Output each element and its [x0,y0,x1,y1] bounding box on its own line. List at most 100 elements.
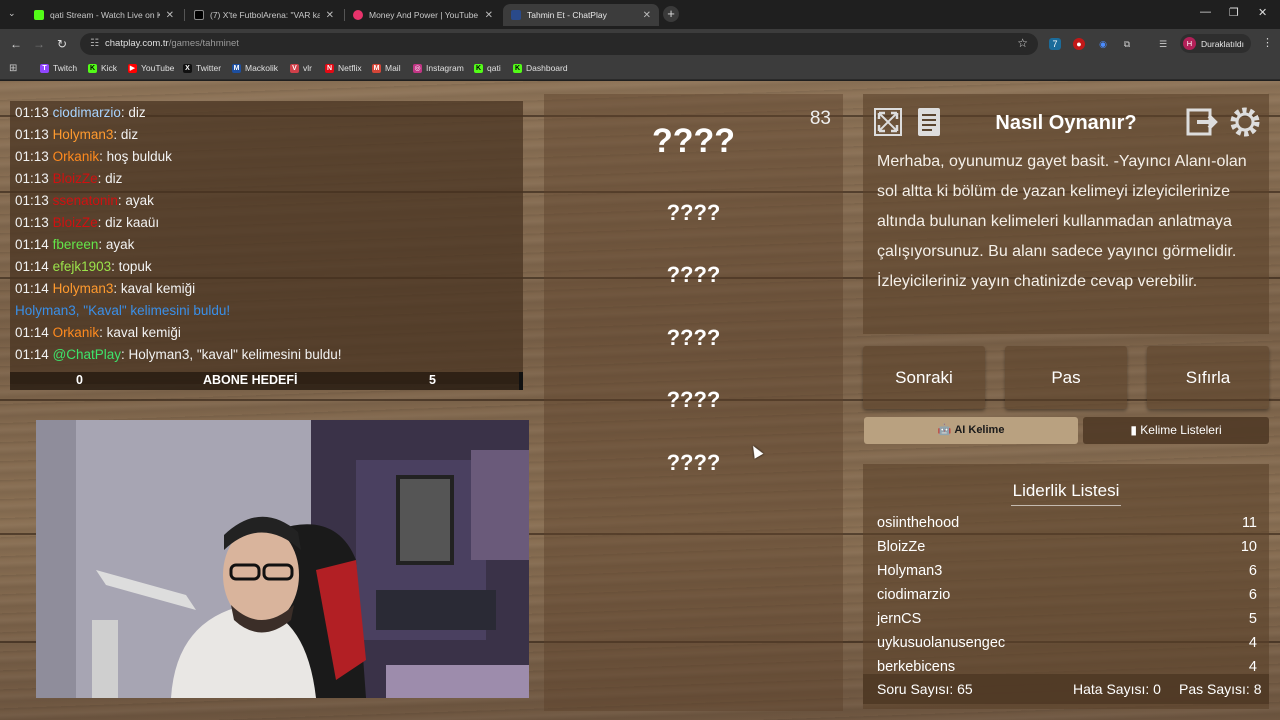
forbidden-word: ???? [666,325,721,350]
extension-icon[interactable]: 7 [1049,38,1061,50]
audio-extension-icon[interactable]: ◉ [1097,38,1109,50]
url-text[interactable]: chatplay.com.tr/games/tahminet [105,38,239,49]
tab-kick-stream[interactable]: qati Stream - Watch Live on Kick ✕ [26,4,182,26]
close-tab-icon[interactable]: ✕ [485,10,493,21]
chat-username[interactable]: ciodimarzio [53,105,121,120]
chat-text: : Holyman3, "kaval" kelimesini buldu! [121,347,342,362]
chat-text: : diz [97,171,123,186]
back-arrow-icon[interactable]: ← [10,37,22,51]
player-name: ciodimarzio [877,587,951,603]
chat-username[interactable]: efejk1903 [53,259,112,274]
bookmark-star-icon[interactable]: ☆ [1017,36,1028,50]
next-button[interactable]: Sonraki [863,346,985,409]
x-favicon-icon [194,10,204,20]
tab-title: Money And Power | YouTube [369,10,479,20]
bookmark-vlr[interactable]: Vvlr [290,63,312,73]
subscriber-goal-bar: 0 ABONE HEDEFİ 5 [10,372,523,390]
chat-text: Holyman3, "Kaval" kelimesini buldu! [15,303,231,318]
bookmark-instagram[interactable]: ◎ Instagram [413,63,464,73]
tab-x-futbolarena[interactable]: (7) X'te FutbolArena: "VAR kayıt... ✕ [186,4,342,26]
leaderboard-row: jernCS 5 [877,611,1257,627]
forward-arrow-icon[interactable]: → [33,37,45,51]
twitch-icon: T [40,63,49,73]
exit-icon[interactable] [1183,103,1221,141]
leaderboard-row: osiinthehood 11 [877,515,1257,531]
webcam-feed [36,420,529,698]
close-tab-icon[interactable]: ✕ [643,10,651,21]
chat-message: 01:14 efejk1903: topuk [15,259,152,274]
tab-search-chevron-icon[interactable]: ⌄ [8,8,16,19]
chat-username[interactable]: Orkanik [53,149,100,164]
profile-status: Duraklatıldı [1201,38,1244,49]
chat-text: : ayak [117,193,154,208]
tab-youtube[interactable]: Money And Power | YouTube ✕ [345,4,501,26]
browser-toolbar: ← → ↻ ☷ chatplay.com.tr/games/tahminet ☆… [0,29,1280,59]
chat-message: Holyman3, "Kaval" kelimesini buldu! [15,303,230,318]
chat-username[interactable]: Orkanik [53,325,100,340]
gear-icon[interactable] [1226,103,1264,141]
chat-username[interactable]: BloizZe [53,171,98,186]
bookmark-label: qati [487,63,501,73]
word-lists-button[interactable]: ▮ Kelime Listeleri [1083,417,1269,444]
bookmark-youtube[interactable]: ▶ YouTube [128,63,174,73]
chat-username[interactable]: @ChatPlay [53,347,121,362]
bookmark-twitch[interactable]: T Twitch [40,63,77,73]
chat-username[interactable]: BloizZe [53,215,98,230]
target-word: ???? [651,122,736,160]
forbidden-word: ???? [666,450,721,475]
goal-start: 0 [76,373,83,387]
apps-grid-icon[interactable]: ⊞ [9,63,17,74]
bookmark-twitter[interactable]: X Twitter [183,63,221,73]
youtube-icon: ▶ [128,63,137,73]
restore-icon[interactable]: ❐ [1229,6,1239,19]
bookmark-dashboard[interactable]: K Dashboard [513,63,568,73]
kick-icon: K [88,63,97,73]
tab-title: qati Stream - Watch Live on Kick [50,10,160,20]
chat-text: : kaval kemiği [113,281,196,296]
site-info-icon[interactable]: ☷ [90,38,99,49]
chat-username[interactable]: fbereen [53,237,99,252]
close-window-icon[interactable]: ✕ [1258,6,1267,19]
chat-timestamp: 01:13 [15,215,49,230]
address-bar[interactable]: ☷ chatplay.com.tr/games/tahminet ☆ [80,33,1038,55]
new-tab-button[interactable]: + [663,6,679,22]
instagram-icon: ◎ [413,63,422,73]
chat-username[interactable]: ssenatonin [53,193,118,208]
tab-chatplay[interactable]: Tahmin Et - ChatPlay ✕ [503,4,659,26]
bookmark-netflix[interactable]: N Netflix [325,63,362,73]
extensions-puzzle-icon[interactable]: ⧉ [1121,38,1133,50]
menu-kebab-icon[interactable]: ⋮ [1262,36,1273,49]
leaderboard-row: uykusuolanusengec 4 [877,635,1257,651]
player-name: BloizZe [877,539,926,555]
profile-button[interactable]: H Duraklatıldı [1180,34,1251,53]
reload-icon[interactable]: ↻ [57,37,67,51]
kick-icon: K [474,63,483,73]
reading-list-icon[interactable]: ☰ [1157,38,1169,50]
close-tab-icon[interactable]: ✕ [326,10,334,21]
record-extension-icon[interactable]: ● [1073,38,1085,50]
player-score: 5 [1248,611,1257,627]
ai-word-button[interactable]: 🤖 AI Kelime [864,417,1078,444]
robot-icon: 🤖 [937,424,952,436]
chat-username[interactable]: Holyman3 [53,281,114,296]
player-score: 4 [1248,659,1257,675]
chat-message: 01:13 ciodimarzio: diz [15,105,146,120]
bookmark-qati[interactable]: Kqati [474,63,501,73]
chat-text: : kaval kemiği [99,325,181,340]
mail-icon: M [372,63,381,73]
minimize-icon[interactable]: — [1200,6,1211,18]
bookmark-kick[interactable]: K Kick [88,63,117,73]
close-tab-icon[interactable]: ✕ [166,10,174,21]
bookmark-mackolik[interactable]: M Mackolik [232,63,278,73]
kick-favicon-icon [34,10,44,20]
webcam-image [36,420,529,698]
pass-button[interactable]: Pas [1005,346,1127,409]
player-name: jernCS [877,611,922,627]
game-page: 01:13 ciodimarzio: diz 01:13 Holyman3 : di… [0,81,1280,720]
chat-text: : ayak [98,237,135,252]
bookmark-label: YouTube [141,63,175,73]
chat-username[interactable]: Holyman3 [53,127,114,142]
reset-button[interactable]: Sıfırla [1147,346,1269,409]
bookmark-mail[interactable]: M Mail [372,63,401,73]
word-lists-label: Kelime Listeleri [1140,423,1222,437]
